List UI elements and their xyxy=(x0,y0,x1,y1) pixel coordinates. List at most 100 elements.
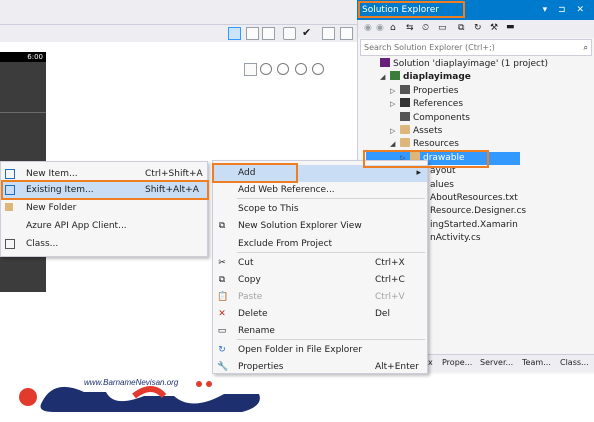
menu-item-shortcut: Del xyxy=(375,309,390,319)
zoom-reset-icon[interactable] xyxy=(277,63,289,75)
menu-item-shortcut: Ctrl+X xyxy=(375,258,405,268)
tree-item-label: Resource.Designer.cs xyxy=(430,206,527,217)
forward-icon[interactable]: ◉ xyxy=(376,23,384,33)
drawable-callout xyxy=(363,150,489,168)
menu-item-label: Copy xyxy=(238,275,261,285)
sync-icon[interactable]: ⇆ xyxy=(406,23,414,33)
tree-item[interactable]: ▷ References xyxy=(358,98,463,111)
add-submenu-item[interactable]: New Folder xyxy=(1,200,207,217)
tree-item-label: nActivity.cs xyxy=(430,233,481,244)
tree-item-label: Solution 'diaplayimage' (1 project) xyxy=(393,59,548,69)
expand-arrow-icon[interactable]: ◢ xyxy=(380,71,390,84)
panel-window-buttons[interactable]: ▾ ⊐ ✕ xyxy=(543,0,588,20)
tree-item[interactable]: Components xyxy=(358,111,470,125)
menu-item-icon: 🔧 xyxy=(217,362,229,372)
battery-icon[interactable] xyxy=(283,27,296,40)
expand-arrow-icon[interactable]: ▷ xyxy=(390,125,400,138)
csharp-project-icon xyxy=(390,71,400,81)
logo-url: www.BarnameNevisan.org xyxy=(84,378,179,387)
references-icon xyxy=(400,98,410,108)
tree-item-label: ingStarted.Xamarin xyxy=(430,219,518,230)
folder-icon xyxy=(5,203,13,211)
refresh-icon[interactable]: ↻ xyxy=(474,23,482,33)
context-menu-item[interactable]: ▭ Rename xyxy=(213,323,427,340)
tree-item-label: Assets xyxy=(413,126,443,136)
context-menu-item[interactable]: ⧉ New Solution Explorer View xyxy=(213,218,427,235)
tree-item-label: alues xyxy=(430,179,454,190)
title-callout xyxy=(358,1,465,18)
expand-arrow-icon[interactable]: ▷ xyxy=(390,98,400,111)
barnamenevisan-logo: www.BarnameNevisan.org xyxy=(19,378,260,412)
context-menu-item[interactable]: Exclude From Project xyxy=(213,236,427,253)
submenu-item-label: Class... xyxy=(26,239,59,249)
tree-item[interactable]: ▷ Assets xyxy=(358,125,442,138)
solution-explorer-toolbar: ◉ ◉ ⌂ ⇆ ⏲ ▭ ⧉ ↻ ⚒ ▬ xyxy=(358,20,594,38)
context-menu-item[interactable]: Scope to This xyxy=(213,201,427,218)
menu-item-icon: ↻ xyxy=(218,345,226,355)
menu-item-label: Paste xyxy=(238,292,263,302)
expand-arrow-icon[interactable]: ▷ xyxy=(390,85,400,98)
menu-separator xyxy=(237,198,425,199)
preview-icon[interactable]: ▬ xyxy=(506,22,515,32)
add-submenu-item[interactable]: Azure API App Client... xyxy=(1,218,207,235)
solution-explorer-search[interactable]: Search Solution Explorer (Ctrl+;) ⌕ xyxy=(360,39,592,56)
device-status-bar: 6:00 xyxy=(0,52,46,62)
add-callout xyxy=(212,163,298,183)
back-icon[interactable]: ◉ xyxy=(364,23,372,33)
menu-item-label: Scope to This xyxy=(238,204,299,214)
menu-item-shortcut: Ctrl+V xyxy=(375,292,405,302)
menu-item-icon: 📋 xyxy=(217,292,229,302)
collapse-icon[interactable]: ▭ xyxy=(438,23,447,33)
context-menu-item[interactable]: ✕ Delete Del xyxy=(213,306,427,323)
search-placeholder: Search Solution Explorer (Ctrl+;) xyxy=(364,43,495,52)
menu-item-shortcut: Ctrl+C xyxy=(375,275,405,285)
zoom-out-icon[interactable] xyxy=(312,63,324,75)
context-menu-item[interactable]: 📋 Paste Ctrl+V xyxy=(213,289,427,306)
search-icon: ⌕ xyxy=(583,43,588,52)
menu-item-icon xyxy=(217,239,227,249)
home-icon[interactable]: ⌂ xyxy=(390,23,396,33)
submenu-item-label: Azure API App Client... xyxy=(26,221,127,231)
class-icon xyxy=(5,239,15,249)
tree-item[interactable]: Solution 'diaplayimage' (1 project) xyxy=(358,58,548,71)
properties-icon[interactable]: ⚒ xyxy=(490,23,498,33)
more-icon[interactable] xyxy=(340,27,353,40)
show-all-icon[interactable]: ⧉ xyxy=(458,23,464,33)
zoom-actual-icon[interactable] xyxy=(260,63,272,75)
menu-item-icon: ⧉ xyxy=(218,221,226,231)
add-submenu-item[interactable]: Class... xyxy=(1,236,207,253)
folder-icon xyxy=(400,138,410,148)
folder-icon xyxy=(400,125,410,134)
tree-item-label: References xyxy=(413,99,464,110)
history-icon[interactable]: ⏲ xyxy=(422,23,429,33)
rotate-icon[interactable] xyxy=(246,27,259,40)
tab-properties[interactable]: Prope... xyxy=(442,358,472,367)
context-menu-item[interactable]: Add Web Reference... xyxy=(213,182,427,199)
tab-server-explorer[interactable]: Server... xyxy=(480,358,513,367)
zoom-fit-icon[interactable] xyxy=(244,63,257,76)
new-item-icon xyxy=(5,169,15,179)
tab-close[interactable]: x xyxy=(428,358,433,367)
context-menu-item[interactable]: ↻ Open Folder in File Explorer xyxy=(213,342,427,359)
frame-icon[interactable] xyxy=(322,27,335,40)
tree-item[interactable]: ▷ Properties xyxy=(358,84,458,98)
tree-item-label: diaplayimage xyxy=(403,72,471,83)
device-view-icon[interactable] xyxy=(228,27,241,40)
submenu-item-label: New Folder xyxy=(26,203,77,213)
tab-team-explorer[interactable]: Team... xyxy=(522,358,551,367)
tree-item-label: AboutResources.txt xyxy=(430,193,518,203)
menu-item-shortcut: Alt+Enter xyxy=(375,362,419,372)
menu-item-icon xyxy=(217,185,227,195)
menu-item-icon xyxy=(217,204,227,214)
tree-item[interactable]: ◢ diaplayimage xyxy=(358,71,471,84)
menu-item-label: New Solution Explorer View xyxy=(238,221,362,231)
tab-class-view[interactable]: Class... xyxy=(560,358,589,367)
context-menu-item[interactable]: ⧉ Copy Ctrl+C xyxy=(213,272,427,289)
brush-icon[interactable]: ✔ xyxy=(302,26,311,39)
add-submenu: New Item... Ctrl+Shift+A Existing Item... S… xyxy=(0,161,208,257)
theme-icon[interactable] xyxy=(262,27,275,40)
zoom-in-icon[interactable] xyxy=(295,63,307,75)
context-menu-item[interactable]: ✂ Cut Ctrl+X xyxy=(213,255,427,272)
menu-separator xyxy=(237,339,425,340)
device-screen-divider xyxy=(0,112,46,113)
